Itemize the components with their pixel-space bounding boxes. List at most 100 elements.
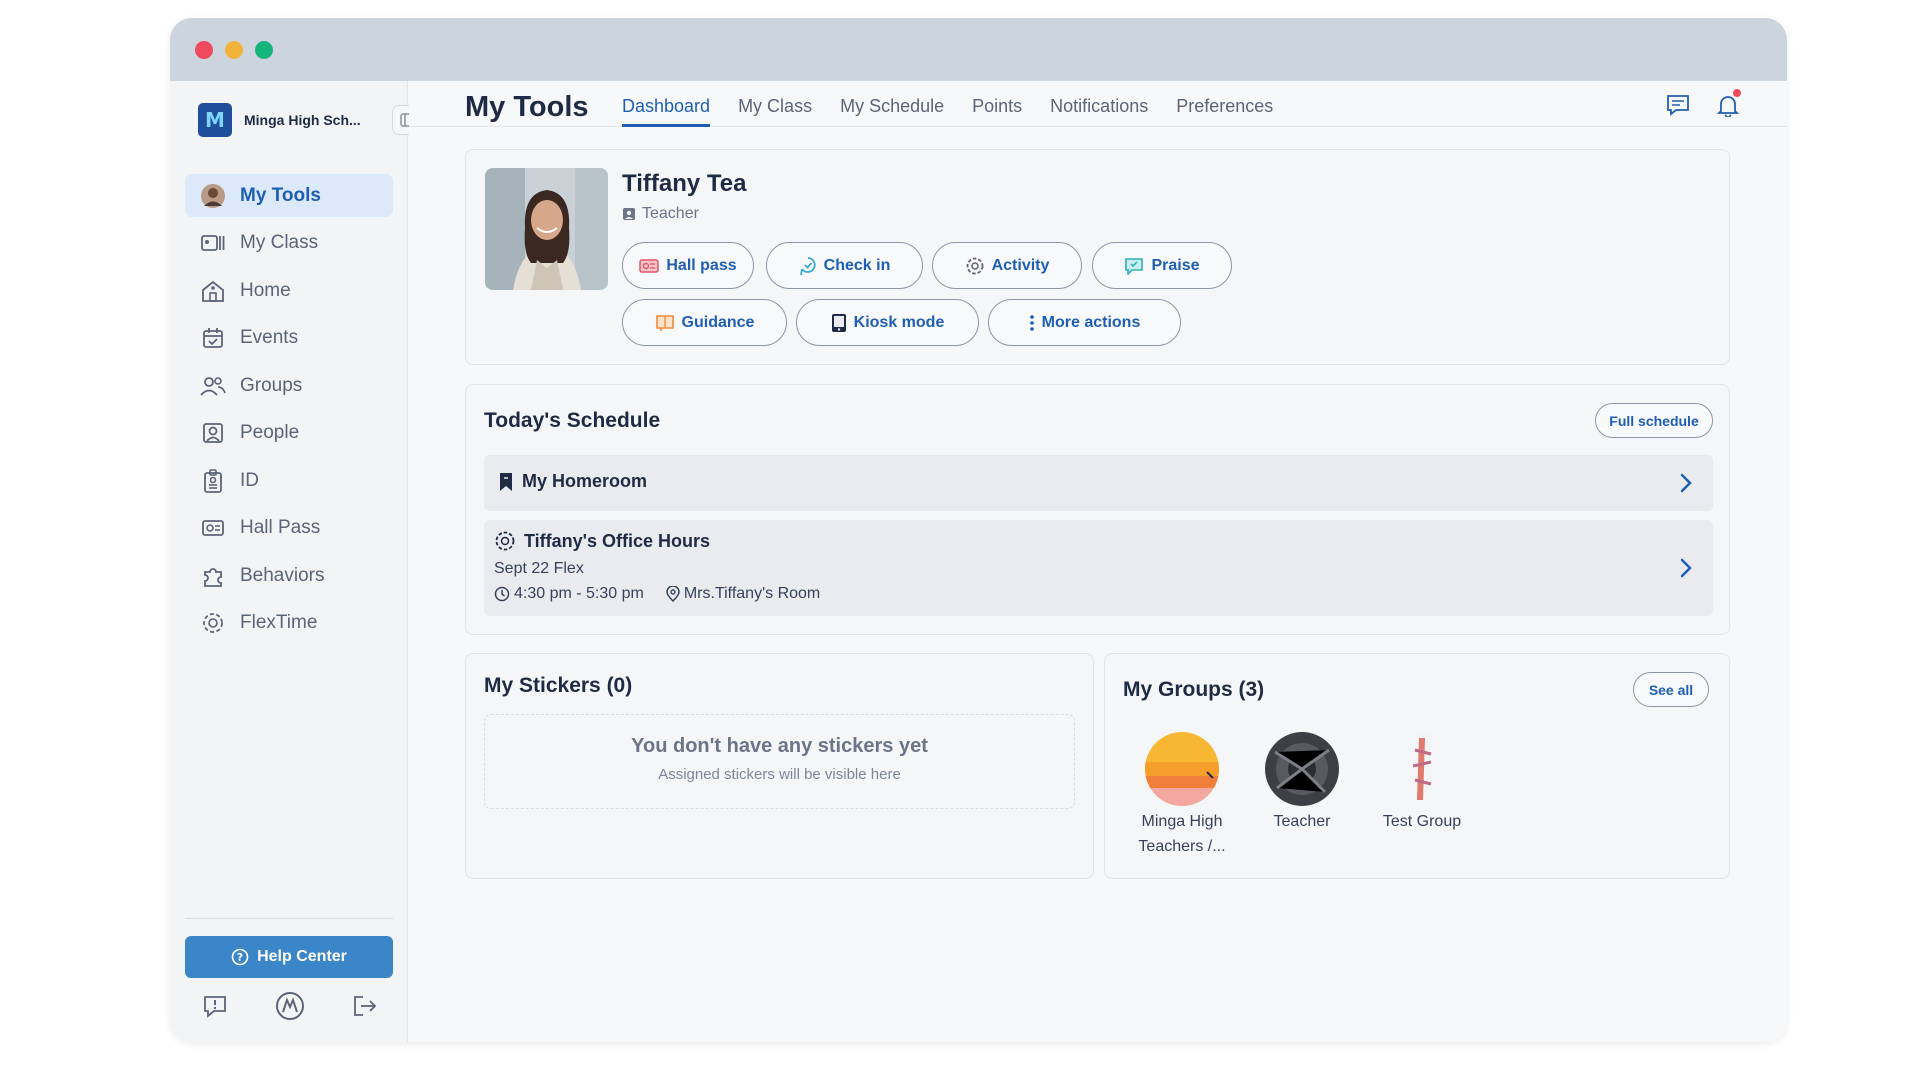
guidance-button[interactable]: Guidance	[622, 299, 787, 346]
kiosk-mode-button[interactable]: Kiosk mode	[796, 299, 979, 346]
schedule-item-time: 4:30 pm - 5:30 pm	[514, 585, 644, 602]
sidebar-item-events[interactable]: Events	[185, 317, 393, 360]
group-avatar	[1145, 732, 1219, 806]
title-bar	[170, 18, 1787, 81]
group-item[interactable]: Teacher	[1247, 732, 1357, 835]
sidebar-item-my-class[interactable]: My Class	[185, 222, 393, 265]
schedule-item-office-hours[interactable]: Tiffany's Office Hours Sept 22 Flex 4:30…	[484, 520, 1713, 616]
sidebar-item-label: Events	[240, 327, 299, 348]
profile-photo	[485, 168, 608, 290]
tab-my-class[interactable]: My Class	[738, 96, 812, 127]
group-name: Minga High Teachers /...	[1127, 810, 1237, 860]
sidebar-item-my-tools[interactable]: My Tools	[185, 174, 393, 217]
sidebar-item-label: Behaviors	[240, 564, 325, 586]
tab-preferences[interactable]: Preferences	[1176, 96, 1273, 127]
maximize-window-button[interactable]	[255, 41, 273, 59]
sidebar-divider	[185, 918, 393, 919]
tab-my-schedule[interactable]: My Schedule	[840, 96, 944, 127]
avatar-icon	[200, 183, 226, 209]
main-content: My Tools Dashboard My Class My Schedule …	[409, 81, 1787, 1042]
school-switcher[interactable]: M Minga High Sch...	[198, 103, 361, 137]
bookmark-icon	[500, 472, 512, 491]
notification-badge	[1733, 89, 1741, 97]
tab-notifications[interactable]: Notifications	[1050, 96, 1148, 127]
guidance-icon	[655, 314, 674, 331]
hall-pass-icon	[639, 258, 660, 273]
stickers-card: My Stickers (0) You don't have any stick…	[465, 653, 1094, 879]
full-schedule-label: Full schedule	[1609, 412, 1699, 429]
help-center-label: Help Center	[257, 948, 347, 965]
group-name-line: Minga High	[1141, 813, 1223, 830]
sidebar: M Minga High Sch... My Tools My Class Ho…	[170, 81, 422, 1042]
sidebar-item-label: Hall Pass	[240, 517, 321, 538]
schedule-item-meta: 4:30 pm - 5:30 pm Mrs.Tiffany's Room	[494, 585, 820, 603]
full-schedule-button[interactable]: Full schedule	[1595, 403, 1713, 438]
check-in-button[interactable]: Check in	[766, 242, 923, 289]
group-item[interactable]: Minga High Teachers /...	[1127, 732, 1237, 860]
see-all-label: See all	[1648, 681, 1694, 698]
sidebar-item-groups[interactable]: Groups	[185, 364, 393, 407]
group-avatar	[1385, 732, 1459, 806]
groups-card: My Groups (3) See all Minga High Teacher…	[1104, 653, 1730, 879]
person-icon	[200, 420, 226, 446]
school-logo-icon: M	[198, 103, 232, 137]
activity-button[interactable]: Activity	[932, 242, 1082, 289]
praise-label: Praise	[1151, 256, 1200, 274]
sidebar-item-id[interactable]: ID	[185, 459, 393, 502]
kiosk-icon	[831, 313, 846, 332]
group-avatar	[1265, 732, 1339, 806]
more-actions-label: More actions	[1041, 313, 1141, 331]
sidebar-item-label: Home	[240, 279, 291, 301]
chevron-right-icon[interactable]	[1679, 557, 1693, 579]
app-window: M Minga High Sch... My Tools My Class Ho…	[170, 18, 1787, 1042]
schedule-item-title: Tiffany's Office Hours	[494, 530, 710, 552]
minga-logo-icon[interactable]	[275, 991, 305, 1021]
sidebar-item-behaviors[interactable]: Behaviors	[185, 554, 393, 597]
close-window-button[interactable]	[195, 41, 213, 59]
praise-icon	[1125, 257, 1144, 275]
profile-card: Tiffany Tea Teacher Hall pass Check in A…	[465, 149, 1730, 365]
help-circle-icon: ?	[231, 948, 249, 966]
check-in-icon	[799, 256, 816, 275]
id-badge-icon	[200, 468, 226, 494]
schedule-card: Today's Schedule Full schedule My Homero…	[465, 384, 1730, 635]
logout-icon[interactable]	[350, 991, 380, 1021]
sidebar-item-flextime[interactable]: FlexTime	[185, 602, 393, 645]
sidebar-item-people[interactable]: People	[185, 412, 393, 455]
tab-bar: Dashboard My Class My Schedule Points No…	[622, 96, 1273, 127]
hall-pass-label: Hall pass	[666, 256, 737, 274]
calendar-icon	[200, 325, 226, 351]
stickers-empty-subtitle: Assigned stickers will be visible here	[658, 766, 901, 783]
notifications-bell-icon[interactable]	[1714, 89, 1742, 119]
praise-button[interactable]: Praise	[1092, 242, 1232, 289]
pass-icon	[200, 515, 226, 541]
feedback-icon[interactable]	[200, 991, 230, 1021]
id-cards-icon	[200, 230, 226, 256]
group-name: Teacher	[1273, 813, 1331, 830]
profile-role-label: Teacher	[642, 205, 699, 222]
hall-pass-button[interactable]: Hall pass	[622, 242, 754, 289]
chevron-right-icon[interactable]	[1679, 472, 1693, 494]
check-in-label: Check in	[823, 256, 891, 274]
group-item[interactable]: Test Group	[1367, 732, 1477, 835]
tab-points[interactable]: Points	[972, 96, 1022, 127]
puzzle-icon	[200, 563, 226, 589]
sidebar-item-label: My Class	[240, 232, 319, 253]
stickers-empty-title: You don't have any stickers yet	[631, 735, 928, 757]
sidebar-item-hall-pass[interactable]: Hall Pass	[185, 507, 393, 550]
clock-icon	[494, 586, 510, 602]
home-icon	[200, 278, 226, 304]
see-all-groups-button[interactable]: See all	[1633, 672, 1709, 707]
more-actions-button[interactable]: More actions	[988, 299, 1181, 346]
schedule-item-homeroom[interactable]: My Homeroom	[484, 455, 1713, 511]
sidebar-item-home[interactable]: Home	[185, 269, 393, 312]
tab-dashboard[interactable]: Dashboard	[622, 96, 711, 127]
minimize-window-button[interactable]	[225, 41, 243, 59]
more-vertical-icon	[1029, 314, 1034, 331]
help-center-button[interactable]: ? Help Center	[185, 936, 393, 978]
flextime-icon	[495, 531, 515, 551]
kiosk-mode-label: Kiosk mode	[853, 313, 945, 331]
messages-icon[interactable]	[1664, 91, 1692, 119]
users-icon	[200, 373, 226, 399]
activity-icon	[966, 257, 983, 274]
